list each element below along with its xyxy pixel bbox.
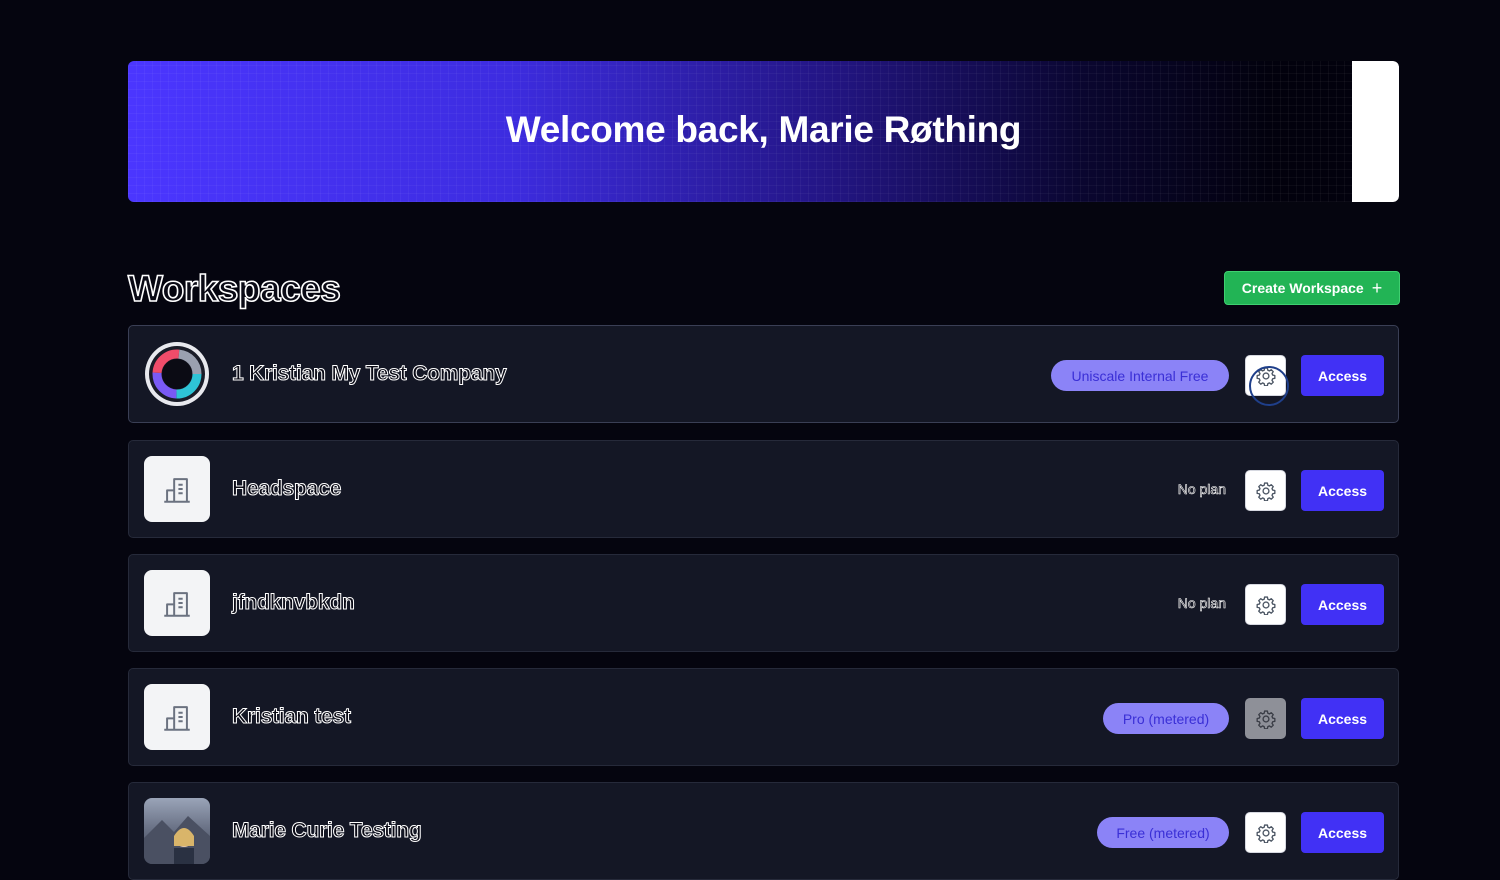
workspace-logo <box>144 341 210 407</box>
plan-status: No plan <box>1177 481 1226 498</box>
workspace-name: Kristian test <box>232 705 352 729</box>
click-indicator <box>1249 366 1289 406</box>
access-button[interactable]: Access <box>1301 812 1384 853</box>
building-icon <box>144 684 210 750</box>
workspace-card: 1 Kristian My Test Company Uniscale Inte… <box>128 325 1399 423</box>
gear-icon <box>1256 823 1275 843</box>
create-workspace-button[interactable]: Create Workspace + <box>1224 271 1400 305</box>
building-icon <box>144 570 210 636</box>
workspace-name: Headspace <box>231 477 342 501</box>
welcome-title: Welcome back, Marie Røthing <box>505 109 1022 150</box>
user-photo <box>144 798 210 864</box>
workspace-name: jfndknvbkdn <box>232 591 356 615</box>
workspace-card: Headspace No plan Access <box>128 440 1399 538</box>
workspace-card: jfndknvbkdn No plan Access <box>128 554 1399 652</box>
access-button[interactable]: Access <box>1301 470 1384 511</box>
create-workspace-label: Create Workspace <box>1241 280 1364 296</box>
workspace-name: 1 Kristian My Test Company <box>231 362 507 386</box>
plan-badge: Pro (metered) <box>1103 703 1229 734</box>
plan-status: No plan <box>1177 595 1226 612</box>
access-button[interactable]: Access <box>1301 355 1384 396</box>
workspace-settings-button[interactable] <box>1245 812 1286 853</box>
gear-icon <box>1256 709 1275 729</box>
plan-badge: Uniscale Internal Free <box>1051 360 1229 391</box>
workspace-settings-button[interactable] <box>1245 698 1286 739</box>
workspaces-heading: Workspaces <box>127 267 341 310</box>
plus-icon: + <box>1371 278 1383 298</box>
gear-icon <box>1256 595 1275 615</box>
gear-icon <box>1256 481 1275 501</box>
workspace-settings-button[interactable] <box>1245 470 1286 511</box>
workspace-name: Marie Curie Testing <box>232 819 423 843</box>
access-button[interactable]: Access <box>1301 584 1384 625</box>
workspace-card: Kristian test Pro (metered) Access <box>128 668 1399 766</box>
welcome-banner: Welcome back, Marie Røthing <box>128 61 1399 202</box>
workspace-settings-button[interactable] <box>1245 584 1286 625</box>
access-button[interactable]: Access <box>1301 698 1384 739</box>
plan-badge: Free (metered) <box>1097 817 1229 848</box>
building-icon <box>144 456 210 522</box>
workspace-card: Marie Curie Testing Free (metered) Acces… <box>128 782 1399 880</box>
